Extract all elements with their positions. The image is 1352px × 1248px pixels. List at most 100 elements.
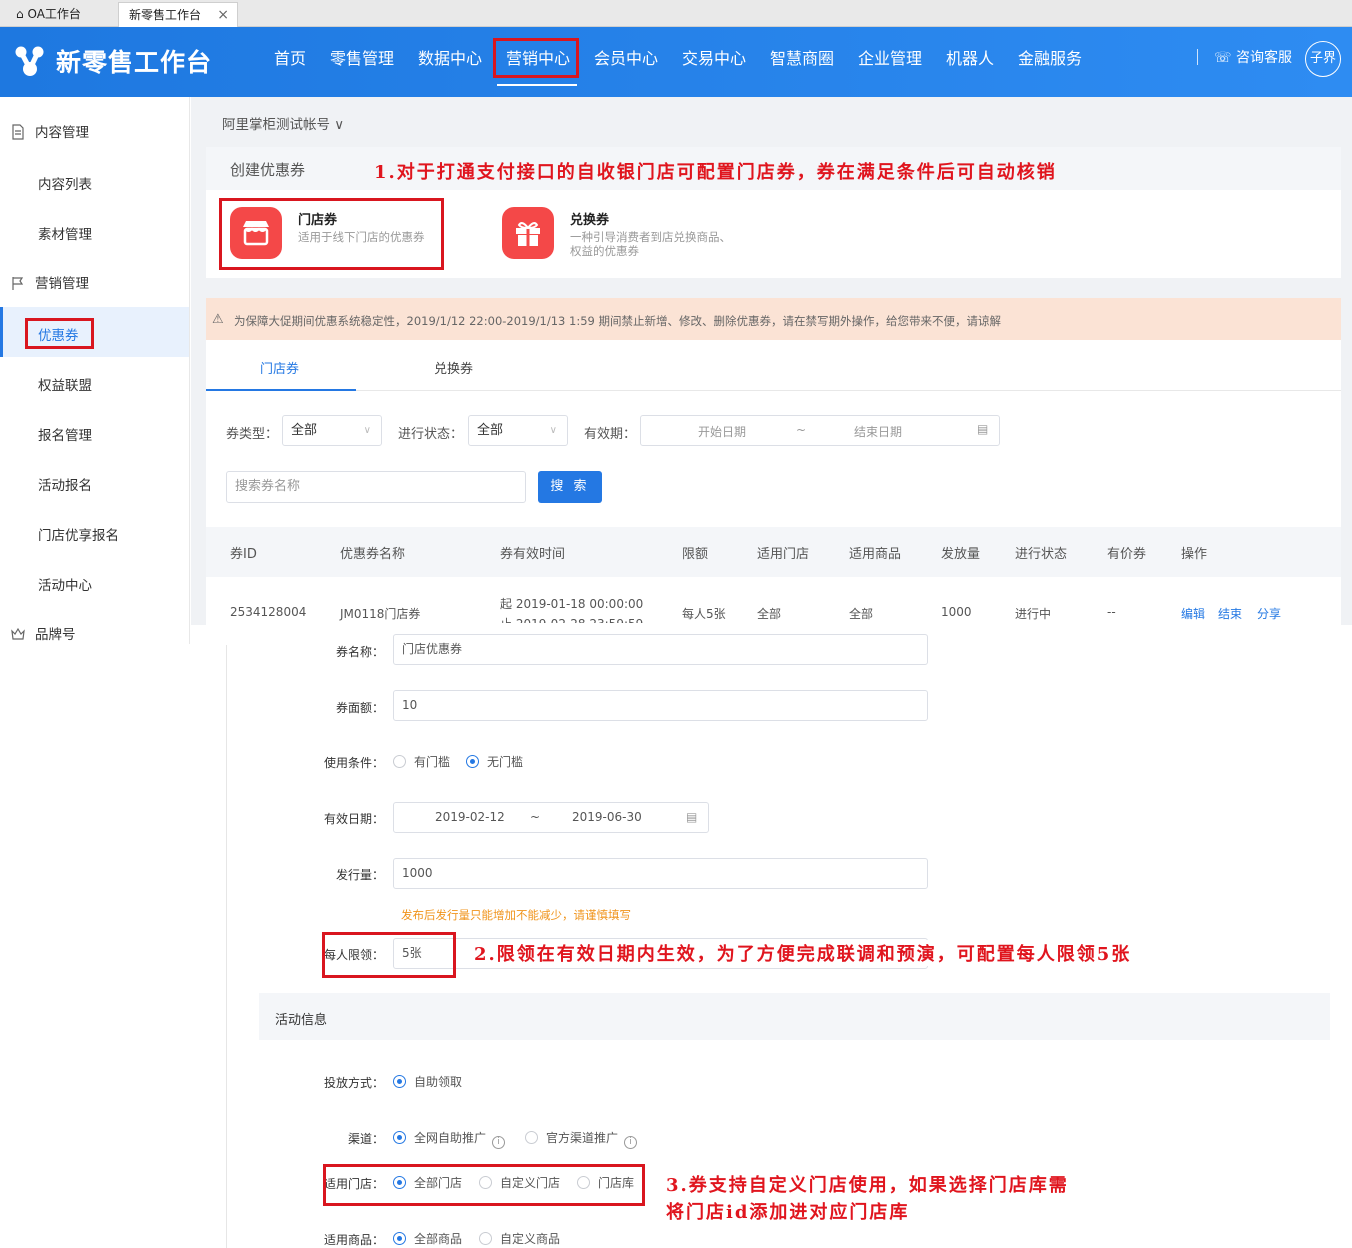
radio-dot-selected [393,1232,406,1245]
valid-date-range[interactable]: 2019-02-12 ~ 2019-06-30 ▤ [393,802,709,833]
sidebar-item-activity-signup[interactable]: 活动报名 [38,474,92,494]
exchange-coupon-title: 兑换券 [570,213,610,228]
filter-type-label: 券类型： [226,427,279,442]
nav-member[interactable]: 会员中心 [594,45,658,69]
home-icon: ⌂ [16,7,24,21]
sidebar-item-registration[interactable]: 报名管理 [38,424,92,444]
th-priced: 有价券 [1107,547,1147,562]
radio-label: 有门槛 [414,755,451,769]
sidebar-item-activity-center[interactable]: 活动中心 [38,574,92,594]
highlight-sidebar-coupon [25,318,94,349]
nav-data[interactable]: 数据中心 [418,45,482,69]
coupon-amount-input[interactable]: 10 [393,690,928,721]
issue-quantity-input[interactable]: 1000 [393,858,928,889]
document-icon [12,124,24,140]
valid-date-end: 2019-06-30 [572,810,642,824]
support-link[interactable]: ☏ 咨询客服 [1214,47,1292,67]
tab-exchange-coupon[interactable]: 兑换券 [434,358,473,377]
header-divider [1197,49,1198,65]
radio-label: 全部商品 [414,1232,463,1246]
edit-link[interactable]: 编辑 [1181,605,1205,622]
cell-time-start: 起 2019-01-18 00:00:00 [500,597,644,611]
browser-tab-label: 新零售工作台 [129,8,202,22]
delivery-method-label: 投放方式： [323,1076,384,1090]
sidebar: 内容管理 内容列表 素材管理 营销管理 优惠券 权益联盟 报名管理 活动报名 门… [0,97,190,644]
annotation-3-line-1: 3.券支持自定义门店使用，如果选择门店库需 [666,1175,1069,1196]
radio-threshold[interactable]: 有门槛 [393,753,450,770]
filter-date-range[interactable]: 开始日期 ~ 结束日期 ▤ [640,415,1000,446]
coupon-name-label: 券名称： [335,645,384,659]
radio-self-claim[interactable]: 自助领取 [393,1073,462,1090]
filter-status-select[interactable]: 全部 ∨ [468,415,568,446]
radio-network-promo[interactable]: 全网自助推广 i [393,1129,506,1149]
radio-dot-selected [393,1131,406,1144]
browser-tab-label: OA工作台 [27,7,81,21]
chevron-down-icon: ∨ [549,425,557,436]
info-icon[interactable]: i [624,1136,638,1149]
flag-icon [12,277,24,290]
filter-type-select[interactable]: 全部 ∨ [282,415,382,446]
nav-trade[interactable]: 交易中心 [682,45,746,69]
highlight-per-person-limit [322,932,456,978]
th-status: 进行状态 [1015,547,1068,562]
th-quantity: 发放量 [941,547,981,562]
nav-retail[interactable]: 零售管理 [330,45,394,69]
radio-official-promo[interactable]: 官方渠道推广 i [525,1129,638,1149]
radio-custom-goods[interactable]: 自定义商品 [479,1230,560,1247]
applicable-goods-label: 适用商品： [323,1233,384,1247]
cell-priced: -- [1107,605,1116,619]
cell-goods: 全部 [849,607,874,621]
nav-enterprise[interactable]: 企业管理 [858,45,922,69]
annotation-1: 1.对于打通支付接口的自收银门店可配置门店券，券在满足条件后可自动核销 [374,162,1057,183]
sidebar-group-brand[interactable]: 品牌号 [10,623,76,643]
sidebar-item-store-signup[interactable]: 门店优享报名 [38,524,119,544]
radio-label: 全网自助推广 [414,1131,487,1145]
form-left-rule [226,645,227,1248]
nav-active-underline [497,84,577,86]
warning-icon: ⚠ [212,312,224,327]
exchange-coupon-card[interactable]: 兑换券 一种引导消费者到店兑换商品、 权益的优惠券 [500,205,760,265]
top-header: 新零售工作台 首页 零售管理 数据中心 营销中心 会员中心 交易中心 智慧商圈 … [0,27,1352,97]
coupon-name-input[interactable]: 门店优惠券 [393,634,928,665]
sidebar-item-content-list[interactable]: 内容列表 [38,173,92,193]
avatar[interactable]: 子界 [1305,41,1341,77]
end-link[interactable]: 结束 [1218,605,1242,622]
browser-tab-bar: ⌂ OA工作台 新零售工作台 × [0,0,1352,27]
th-name: 优惠券名称 [340,547,406,562]
nav-robot[interactable]: 机器人 [946,45,994,69]
annotation-2: 2.限领在有效日期内生效，为了方便完成联调和预演，可配置每人限领5张 [474,940,1138,966]
nav-finance[interactable]: 金融服务 [1018,45,1082,69]
nav-home[interactable]: 首页 [274,45,306,69]
sidebar-group-label: 内容管理 [35,125,89,141]
radio-no-threshold[interactable]: 无门槛 [466,753,523,770]
browser-tab-oa[interactable]: ⌂ OA工作台 [6,2,116,27]
search-button[interactable]: 搜 索 [538,471,602,503]
account-selector[interactable]: 阿里掌柜测试帐号 ∨ [222,113,344,133]
app-name: 新零售工作台 [56,48,213,77]
sidebar-item-alliance[interactable]: 权益联盟 [38,374,92,394]
browser-tab-retail[interactable]: 新零售工作台 × [118,2,238,27]
sidebar-group-marketing[interactable]: 营销管理 [10,272,89,292]
tab-store-coupon[interactable]: 门店券 [260,358,299,377]
radio-dot [393,755,406,768]
share-link[interactable]: 分享 [1257,605,1281,622]
channel-label: 渠道： [347,1132,384,1146]
issue-quantity-label: 发行量： [335,868,384,882]
radio-all-goods[interactable]: 全部商品 [393,1230,462,1247]
filter-type-value: 全部 [291,423,318,438]
filter-status-label: 进行状态： [398,427,464,442]
close-icon[interactable]: × [217,3,229,27]
highlight-applicable-stores [323,1164,645,1206]
sidebar-group-content[interactable]: 内容管理 [10,121,89,141]
nav-business-circle[interactable]: 智慧商圈 [770,45,834,69]
cell-stores: 全部 [757,607,782,621]
info-icon[interactable]: i [492,1136,506,1149]
search-input[interactable]: 搜索券名称 [226,471,526,503]
filter-status-value: 全部 [477,423,504,438]
sidebar-item-materials[interactable]: 素材管理 [38,223,92,243]
logo-icon [15,46,44,76]
radio-dot-selected [393,1075,406,1088]
cell-time-end: 止 2019-02-28 23:59:59 [500,615,643,623]
radio-dot [525,1131,538,1144]
tab-active-underline [206,389,356,391]
